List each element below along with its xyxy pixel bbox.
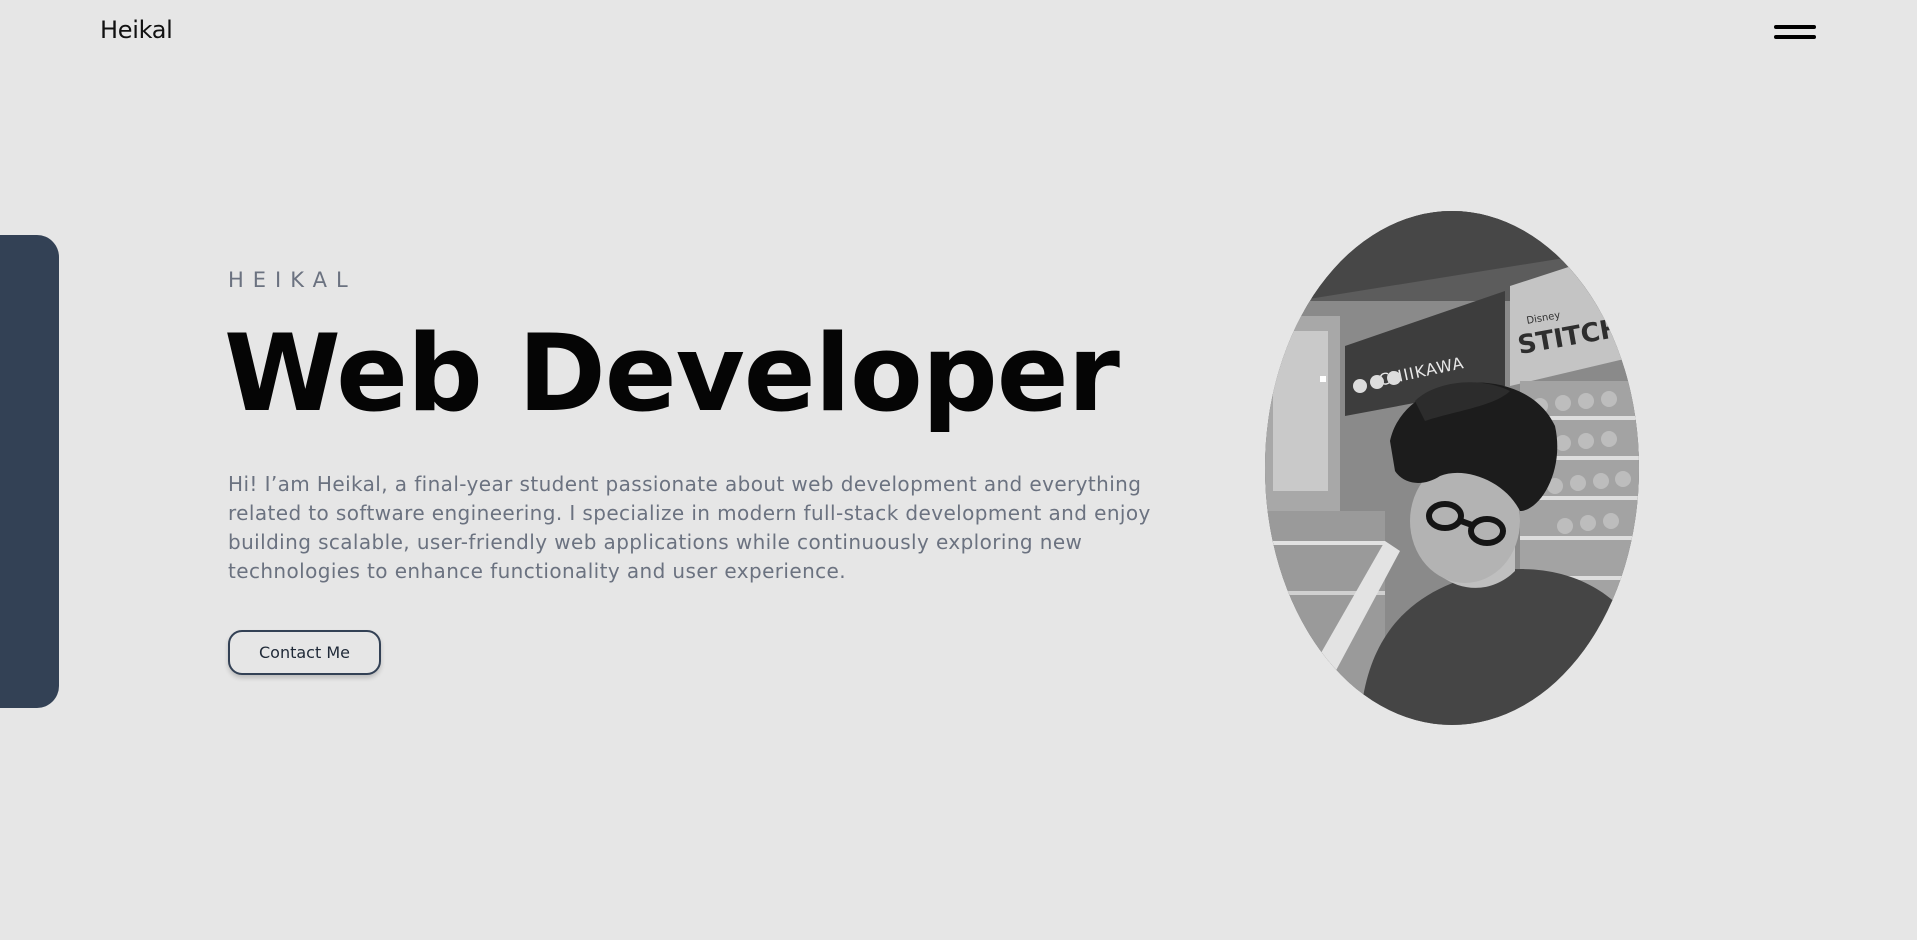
contact-me-button[interactable]: Contact Me — [228, 630, 381, 675]
menu-button[interactable] — [1770, 20, 1818, 48]
sign-mascot — [1370, 375, 1384, 389]
hamburger-menu-icon — [1774, 25, 1816, 29]
site-logo[interactable]: Heikal — [100, 16, 173, 44]
ceiling-light — [1339, 245, 1347, 253]
hero-intro: Hi! I’am Heikal, a final-year student pa… — [228, 472, 1151, 583]
hero-eyebrow: HEIKAL — [228, 268, 357, 292]
profile-photo: CHIIKAWA Disney STITCH — [1265, 211, 1639, 725]
hero-title: Web Developer — [224, 312, 1120, 435]
ceiling-light — [1350, 242, 1356, 248]
hamburger-menu-icon — [1774, 35, 1816, 39]
sign-mascot — [1353, 379, 1367, 393]
sign-mascot — [1387, 371, 1401, 385]
counter-edge — [1265, 541, 1385, 545]
spot-light — [1320, 376, 1326, 382]
side-tab-decoration — [0, 235, 59, 708]
glass-panel — [1273, 331, 1328, 491]
